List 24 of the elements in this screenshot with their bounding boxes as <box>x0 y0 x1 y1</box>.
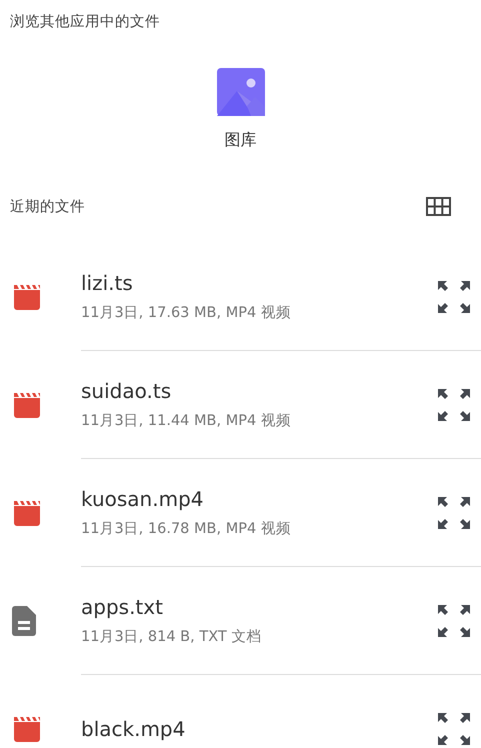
app-label[interactable]: 图库 <box>224 130 256 151</box>
clapperboard-icon <box>12 716 42 742</box>
file-details: 11月3日, 16.78 MB, MP4 视频 <box>81 520 292 538</box>
section-heading: 浏览其他应用中的文件 <box>9 12 161 32</box>
document-icon <box>12 606 36 636</box>
expand-icon[interactable] <box>437 604 471 638</box>
expand-icon[interactable] <box>437 496 471 530</box>
file-name[interactable]: apps.txt <box>81 595 437 619</box>
grid-view-icon[interactable] <box>426 196 451 216</box>
file-details: 11月3日, 17.63 MB, MP4 视频 <box>81 304 292 322</box>
clapperboard-icon <box>12 392 42 418</box>
file-name[interactable]: black.mp4 <box>81 716 437 740</box>
expand-icon[interactable] <box>437 388 471 422</box>
file-name[interactable]: suidao.ts <box>81 379 437 403</box>
file-details: 11月3日, 11.44 MB, MP4 视频 <box>81 412 292 430</box>
file-name[interactable]: kuosan.mp4 <box>81 487 437 511</box>
expand-icon[interactable] <box>437 280 471 314</box>
file-details: 11月3日, 814 B, TXT 文档 <box>81 628 262 646</box>
expand-icon[interactable] <box>437 712 471 746</box>
clapperboard-icon <box>12 500 42 526</box>
file-name[interactable]: lizi.ts <box>81 271 437 295</box>
gallery-icon[interactable] <box>216 68 264 116</box>
section-heading: 近期的文件 <box>10 198 85 216</box>
clapperboard-icon <box>12 284 42 310</box>
